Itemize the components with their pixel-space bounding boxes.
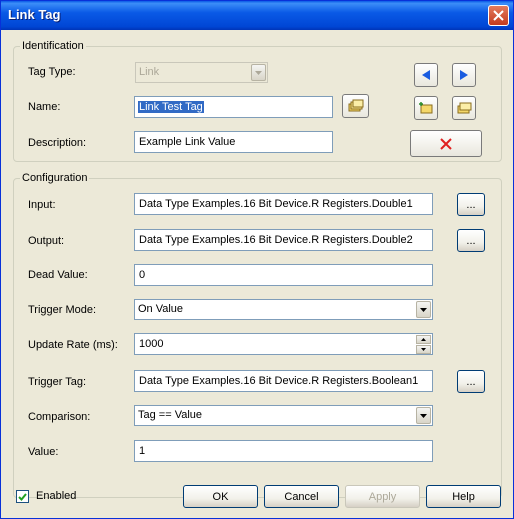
trigger-mode-value: On Value <box>138 303 184 315</box>
configuration-legend: Configuration <box>20 172 90 184</box>
arrow-left-icon <box>422 70 430 80</box>
checkmark-icon <box>18 492 27 501</box>
new-tag-button[interactable] <box>414 96 438 120</box>
description-label: Description: <box>28 137 87 149</box>
input-label: Input: <box>28 199 56 211</box>
output-label: Output: <box>28 235 65 247</box>
value-value: 1 <box>139 445 146 457</box>
next-tag-button[interactable] <box>452 63 476 87</box>
arrow-right-icon <box>460 70 468 80</box>
name-input[interactable]: Link Test Tag <box>134 96 333 118</box>
value-label: Value: <box>28 446 59 458</box>
window-title: Link Tag <box>8 7 61 22</box>
trigger-tag-label: Trigger Tag: <box>28 376 87 388</box>
trigger-tag-browse-button[interactable]: ... <box>457 370 485 393</box>
trigger-tag-field[interactable]: Data Type Examples.16 Bit Device.R Regis… <box>134 370 433 392</box>
dialog-body: Identification Tag Type: Link Name: Link… <box>4 30 510 517</box>
update-rate-field[interactable]: 1000 <box>134 333 433 355</box>
close-button[interactable] <box>488 5 509 26</box>
description-input[interactable]: Example Link Value <box>134 131 333 153</box>
output-browse-button[interactable]: ... <box>457 229 485 252</box>
output-value: Data Type Examples.16 Bit Device.R Regis… <box>139 234 413 246</box>
name-value: Link Test Tag <box>138 101 204 113</box>
tag-type-select: Link <box>135 62 268 83</box>
apply-button[interactable]: Apply <box>345 485 420 508</box>
new-tag-icon <box>419 102 433 114</box>
enabled-label: Enabled <box>36 490 77 502</box>
previous-tag-button[interactable] <box>414 63 438 87</box>
duplicate-tag-icon <box>457 102 472 114</box>
input-value: Data Type Examples.16 Bit Device.R Regis… <box>139 198 413 210</box>
tag-type-value: Link <box>139 66 160 78</box>
duplicate-tag-button[interactable] <box>452 96 476 120</box>
chevron-down-icon[interactable] <box>416 301 431 318</box>
comparison-label: Comparison: <box>28 411 91 423</box>
help-button[interactable]: Help <box>426 485 501 508</box>
tag-browse-icon <box>348 99 363 112</box>
trigger-mode-select[interactable]: On Value <box>134 299 433 320</box>
value-field[interactable]: 1 <box>134 440 433 462</box>
spin-down-icon[interactable] <box>416 345 431 354</box>
output-field[interactable]: Data Type Examples.16 Bit Device.R Regis… <box>134 229 433 251</box>
name-label: Name: <box>28 101 61 113</box>
comparison-select[interactable]: Tag == Value <box>134 405 433 426</box>
trigger-tag-value: Data Type Examples.16 Bit Device.R Regis… <box>139 375 419 387</box>
update-rate-value: 1000 <box>139 338 164 350</box>
delete-x-icon <box>440 137 452 150</box>
chevron-down-icon <box>251 64 266 81</box>
chevron-down-icon[interactable] <box>416 407 431 424</box>
input-field[interactable]: Data Type Examples.16 Bit Device.R Regis… <box>134 193 433 215</box>
delete-tag-button[interactable] <box>410 130 482 157</box>
comparison-value: Tag == Value <box>138 409 203 421</box>
update-rate-spinner[interactable] <box>416 335 431 354</box>
dead-value-field[interactable]: 0 <box>134 264 433 286</box>
title-bar[interactable]: Link Tag <box>1 1 513 30</box>
enabled-checkbox[interactable] <box>16 490 29 503</box>
input-browse-button[interactable]: ... <box>457 193 485 216</box>
identification-legend: Identification <box>20 40 86 52</box>
trigger-mode-label: Trigger Mode: <box>28 304 97 316</box>
dead-value-value: 0 <box>139 269 146 281</box>
cancel-button[interactable]: Cancel <box>264 485 339 508</box>
close-icon <box>493 10 504 21</box>
description-value: Example Link Value <box>139 136 236 148</box>
update-rate-label: Update Rate (ms): <box>28 339 118 351</box>
link-tag-dialog: Link Tag Identification Tag Type: Link N… <box>0 0 514 519</box>
ok-button[interactable]: OK <box>183 485 258 508</box>
tag-type-label: Tag Type: <box>28 66 76 78</box>
spin-up-icon[interactable] <box>416 335 431 344</box>
dead-value-label: Dead Value: <box>28 269 88 281</box>
tag-browse-button[interactable] <box>342 94 369 118</box>
